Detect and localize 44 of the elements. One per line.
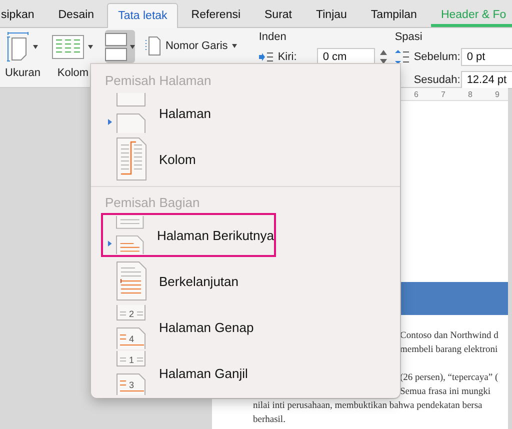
columns-label: Kolom: [57, 67, 89, 79]
caret-icon: [88, 45, 94, 49]
ruler-number: 6: [414, 90, 420, 98]
menu-item[interactable]: Berkelanjutan: [101, 259, 276, 303]
line-numbers-icon: [145, 36, 162, 56]
body-text-line: membeli barang elektroni: [400, 344, 499, 357]
ruler-number: 7: [441, 90, 446, 98]
line-numbers-button[interactable]: Nomor Garis: [145, 33, 237, 59]
spacing-title: Spasi: [394, 31, 424, 43]
columns-icon[interactable]: [52, 35, 84, 59]
caret-icon: [130, 44, 136, 48]
indent-title: Inden: [258, 31, 288, 43]
menu-item[interactable]: 2 4 Halaman Genap: [101, 305, 276, 349]
ribbon-tab[interactable]: Surat: [254, 2, 304, 27]
page-break-icon: [105, 32, 128, 60]
ribbon-tab[interactable]: Tata letak: [107, 3, 178, 28]
body-text-line: berhasil.: [253, 414, 286, 427]
menu-item[interactable]: Kolom: [101, 137, 276, 181]
menu-item[interactable]: Halaman: [101, 91, 276, 135]
spacing-icon: [394, 50, 409, 64]
ribbon-tab[interactable]: sipkan: [0, 2, 46, 27]
menu-item[interactable]: 1 3 Halaman Ganjil: [101, 351, 276, 395]
menu-section-title: Pemisah Halaman: [104, 72, 212, 90]
ribbon-tab[interactable]: Referensi: [180, 2, 252, 27]
menu-item[interactable]: Halaman Berikutnya: [101, 213, 276, 257]
indent-left-icon: [258, 52, 273, 62]
spacing-before-field[interactable]: 0 pt: [460, 48, 512, 66]
body-text-line: Contoso dan Northwind d: [400, 330, 500, 343]
ribbon-tab[interactable]: Desain: [47, 2, 106, 27]
ribbon-tab[interactable]: Tinjau: [305, 2, 358, 27]
breaks-button[interactable]: [105, 30, 136, 63]
ribbon-tab[interactable]: Tampilan: [360, 2, 428, 27]
size-label: Ukuran: [5, 67, 40, 79]
page-size-icon[interactable]: [7, 32, 30, 62]
indent-left-label: Kiri:: [278, 51, 298, 63]
caret-icon: [232, 44, 237, 48]
stepper-icon[interactable]: [380, 49, 387, 65]
body-text-line: Semua frasa ini mungki: [400, 386, 492, 399]
ruler-number: 9: [495, 90, 500, 98]
caret-icon: [33, 45, 38, 49]
spacing-after-field[interactable]: 12.24 pt: [460, 71, 512, 89]
body-text-line: nilai inti perusahaan, membuktikan bahwa pendekatan bersa: [253, 400, 484, 413]
ruler-number: 8: [468, 90, 474, 98]
menu-section-title: Pemisah Bagian: [104, 194, 201, 212]
